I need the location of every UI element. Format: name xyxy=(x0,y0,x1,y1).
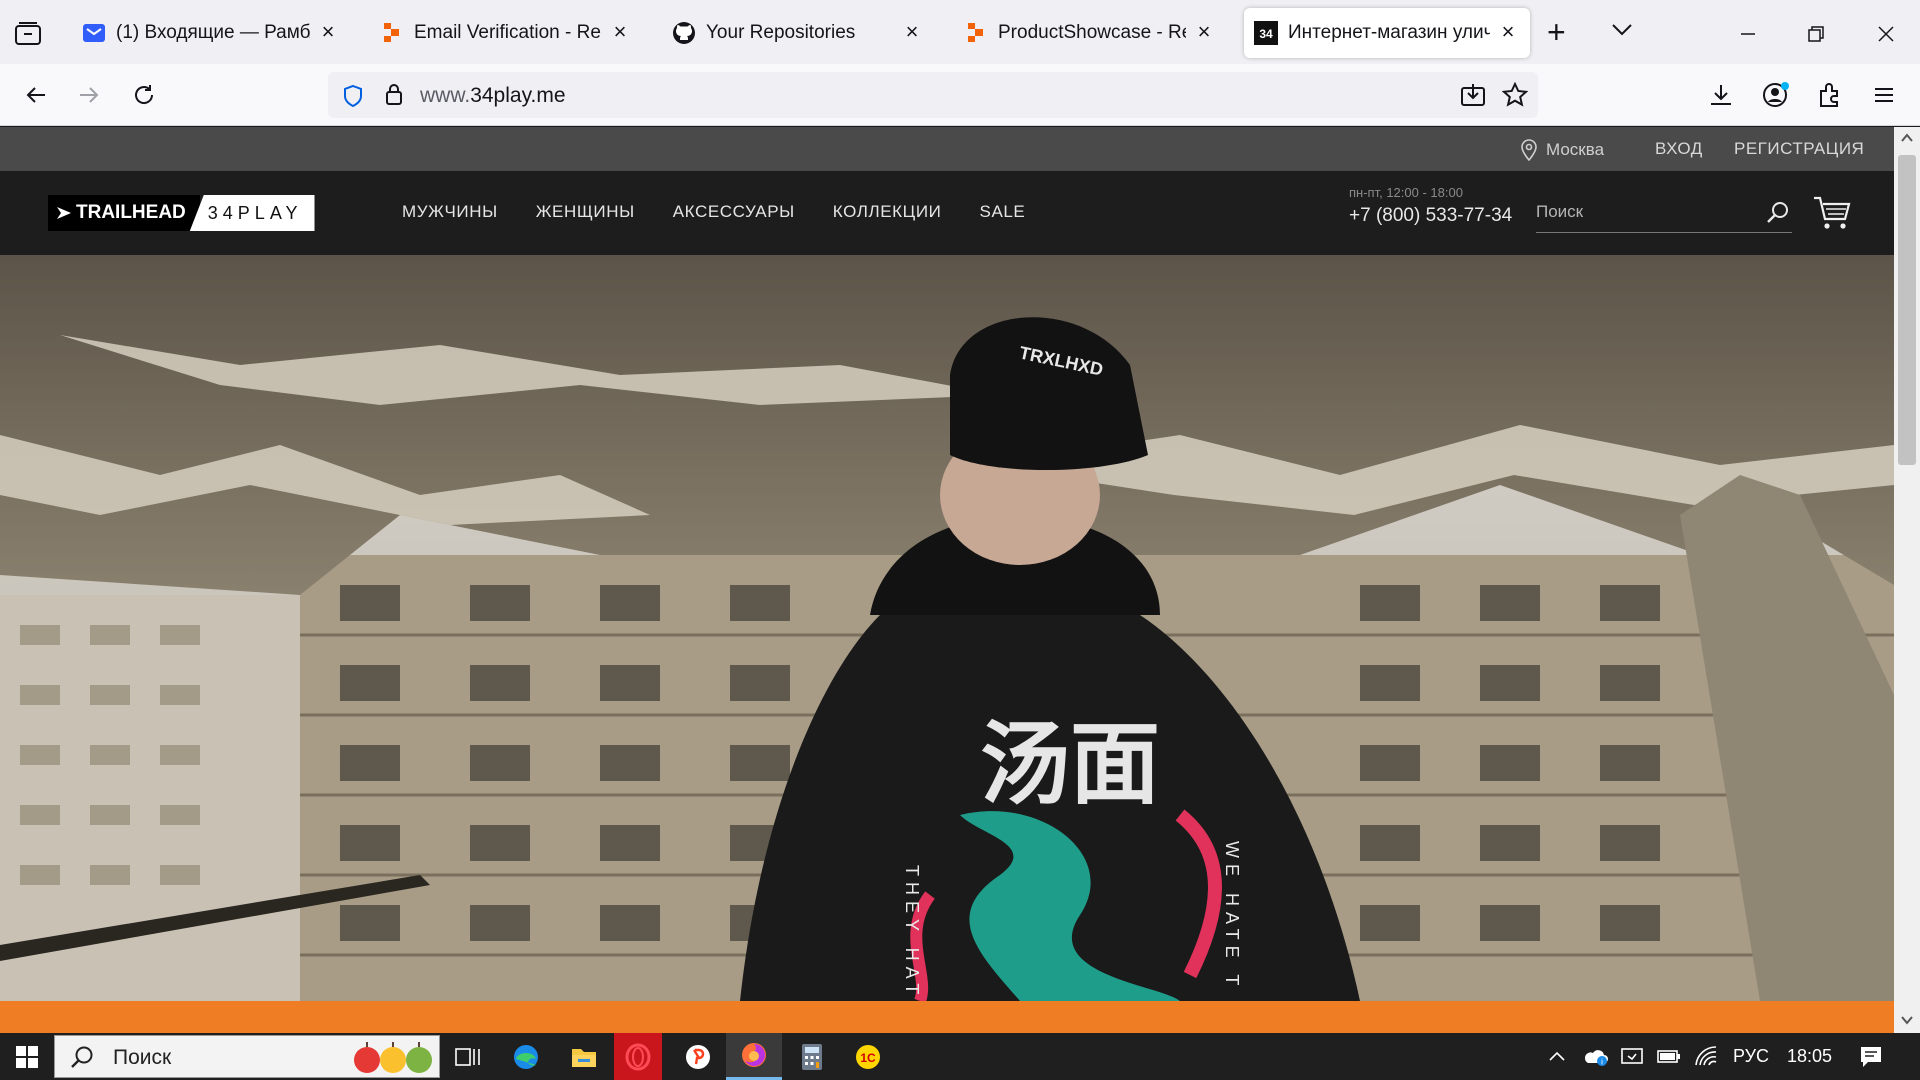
tab-title: Интернет-магазин уличн xyxy=(1288,22,1490,43)
url-text[interactable]: www.34play.me xyxy=(420,84,566,108)
meet-now-icon[interactable] xyxy=(1620,1045,1644,1072)
close-tab-icon[interactable]: × xyxy=(900,21,924,45)
chevron-down-icon[interactable] xyxy=(1610,22,1634,43)
file-explorer-icon[interactable] xyxy=(556,1033,612,1080)
lock-icon[interactable] xyxy=(384,82,404,111)
34play-favicon: 34 xyxy=(1254,21,1278,45)
logo-trailhead: TRAILHEAD xyxy=(48,195,200,231)
extensions-icon[interactable] xyxy=(1813,78,1847,112)
menu-item-collections[interactable]: КОЛЛЕКЦИИ xyxy=(833,202,942,222)
taskbar-search-placeholder: Поиск xyxy=(113,1046,172,1069)
cart-icon[interactable] xyxy=(1812,195,1852,236)
menu-item-men[interactable]: МУЖЧИНЫ xyxy=(402,202,498,222)
forward-arrow-icon[interactable] xyxy=(72,78,106,112)
working-hours: пн-пт, 12:00 - 18:00 xyxy=(1349,185,1463,200)
taskbar-search[interactable]: Поиск xyxy=(54,1035,440,1078)
site-search xyxy=(1536,193,1792,233)
task-view-icon[interactable] xyxy=(440,1033,496,1080)
print-right-text: WE HATE T xyxy=(1222,841,1242,991)
tab-your-repositories[interactable]: Your Repositories × xyxy=(662,8,934,58)
scrollbar-thumb[interactable] xyxy=(1898,155,1916,465)
location-pin-icon xyxy=(1521,139,1537,161)
hero-photo: TRXLHXD 汤面 THEY HATE WE HATE T xyxy=(0,255,1894,1001)
search-input[interactable] xyxy=(1536,193,1756,231)
calculator-icon[interactable] xyxy=(784,1033,840,1080)
site-header: TRAILHEAD 34PLAY МУЖЧИНЫ ЖЕНЩИНЫ АКСЕССУ… xyxy=(0,171,1894,255)
page-scrollbar[interactable] xyxy=(1894,127,1920,1033)
input-language[interactable]: РУС xyxy=(1733,1046,1769,1067)
clock-time[interactable]: 18:05 xyxy=(1787,1046,1832,1067)
back-arrow-icon[interactable] xyxy=(19,78,53,112)
logo-34play: 34PLAY xyxy=(189,195,315,231)
bookmark-star-icon[interactable] xyxy=(1501,81,1529,113)
tab-product-showcase[interactable]: ProductShowcase - Replit × xyxy=(954,8,1226,58)
search-icon[interactable] xyxy=(1766,201,1790,230)
edge-browser-icon[interactable] xyxy=(498,1033,554,1080)
city-selector[interactable]: Москва xyxy=(1520,139,1604,161)
menu-item-women[interactable]: ЖЕНЩИНЫ xyxy=(536,202,635,222)
github-icon xyxy=(672,21,696,45)
svg-text:1C: 1C xyxy=(860,1051,876,1065)
reload-icon[interactable] xyxy=(127,78,161,112)
tab-34play-shop[interactable]: 34 Интернет-магазин уличн × xyxy=(1244,8,1530,58)
scroll-up-icon[interactable] xyxy=(1901,133,1913,143)
tab-title: Your Repositories xyxy=(706,22,856,43)
windows-taskbar: Поиск 1C i РУС 18:05 xyxy=(0,1033,1920,1080)
close-tab-icon[interactable]: × xyxy=(1496,21,1520,45)
svg-text:34: 34 xyxy=(1259,27,1273,41)
show-hidden-icons-icon[interactable] xyxy=(1548,1047,1566,1070)
phone-number[interactable]: +7 (800) 533-77-34 xyxy=(1349,205,1512,227)
notifications-icon[interactable] xyxy=(1858,1044,1884,1075)
firefox-browser-icon[interactable] xyxy=(726,1033,782,1080)
menu-item-accessories[interactable]: АКСЕССУАРЫ xyxy=(673,202,795,222)
tab-email-verification[interactable]: Email Verification - Replit × xyxy=(370,8,642,58)
minimize-icon[interactable] xyxy=(1728,14,1768,54)
replit-icon xyxy=(380,21,404,45)
close-window-icon[interactable] xyxy=(1866,14,1906,54)
fruits-search-highlight-icon xyxy=(354,1042,432,1073)
main-menu: МУЖЧИНЫ ЖЕНЩИНЫ АКСЕССУАРЫ КОЛЛЕКЦИИ SAL… xyxy=(402,202,1025,222)
menu-item-sale[interactable]: SALE xyxy=(980,202,1026,222)
replit-icon xyxy=(964,21,988,45)
restore-icon[interactable] xyxy=(1796,14,1836,54)
promo-bar[interactable] xyxy=(0,1001,1894,1033)
close-tab-icon[interactable]: × xyxy=(316,21,340,45)
account-icon[interactable] xyxy=(1759,78,1793,112)
svg-text:i: i xyxy=(1601,1058,1603,1067)
print-left-text: THEY HATE xyxy=(902,865,922,1001)
close-tab-icon[interactable]: × xyxy=(608,21,632,45)
site-logo[interactable]: TRAILHEAD 34PLAY xyxy=(48,195,315,231)
wifi-icon[interactable] xyxy=(1694,1045,1718,1072)
tab-title: (1) Входящие — Рамблер xyxy=(116,22,310,43)
print-hieroglyphs: 汤面 xyxy=(980,712,1160,817)
downloads-icon[interactable] xyxy=(1704,78,1738,112)
onedrive-icon[interactable]: i xyxy=(1582,1045,1608,1072)
shield-icon[interactable] xyxy=(342,84,364,113)
windows-start-icon[interactable] xyxy=(0,1033,54,1080)
navigation-toolbar: www.34play.me xyxy=(0,64,1920,126)
register-link[interactable]: РЕГИСТРАЦИЯ xyxy=(1734,139,1864,159)
hamburger-menu-icon[interactable] xyxy=(1867,78,1901,112)
1c-app-icon[interactable]: 1C xyxy=(840,1033,896,1080)
mail-icon xyxy=(82,21,106,45)
website-viewport: Москва ВХОД РЕГИСТРАЦИЯ TRAILHEAD 34PLAY… xyxy=(0,127,1894,1033)
tab-title: Email Verification - Replit xyxy=(414,22,602,43)
search-icon xyxy=(71,1046,93,1068)
login-link[interactable]: ВХОД xyxy=(1655,139,1703,159)
hero-banner-image[interactable]: TRXLHXD 汤面 THEY HATE WE HATE T xyxy=(0,255,1894,1001)
opera-browser-icon[interactable] xyxy=(614,1033,662,1080)
arrow-icon xyxy=(57,207,71,219)
tab-rambler-mail[interactable]: (1) Входящие — Рамблер × xyxy=(72,8,350,58)
battery-icon[interactable] xyxy=(1656,1046,1682,1071)
scroll-down-icon[interactable] xyxy=(1901,1015,1913,1025)
yandex-browser-icon[interactable] xyxy=(670,1033,726,1080)
tab-title: ProductShowcase - Replit xyxy=(998,22,1186,43)
browser-tab-strip: (1) Входящие — Рамблер × Email Verificat… xyxy=(0,0,1920,64)
new-tab-icon[interactable]: + xyxy=(1547,16,1566,48)
close-tab-icon[interactable]: × xyxy=(1192,21,1216,45)
site-topbar: Москва ВХОД РЕГИСТРАЦИЯ xyxy=(0,127,1894,171)
save-to-pocket-icon[interactable] xyxy=(1460,82,1486,113)
tab-overview-icon[interactable] xyxy=(14,20,46,48)
url-bar[interactable]: www.34play.me xyxy=(328,72,1538,118)
